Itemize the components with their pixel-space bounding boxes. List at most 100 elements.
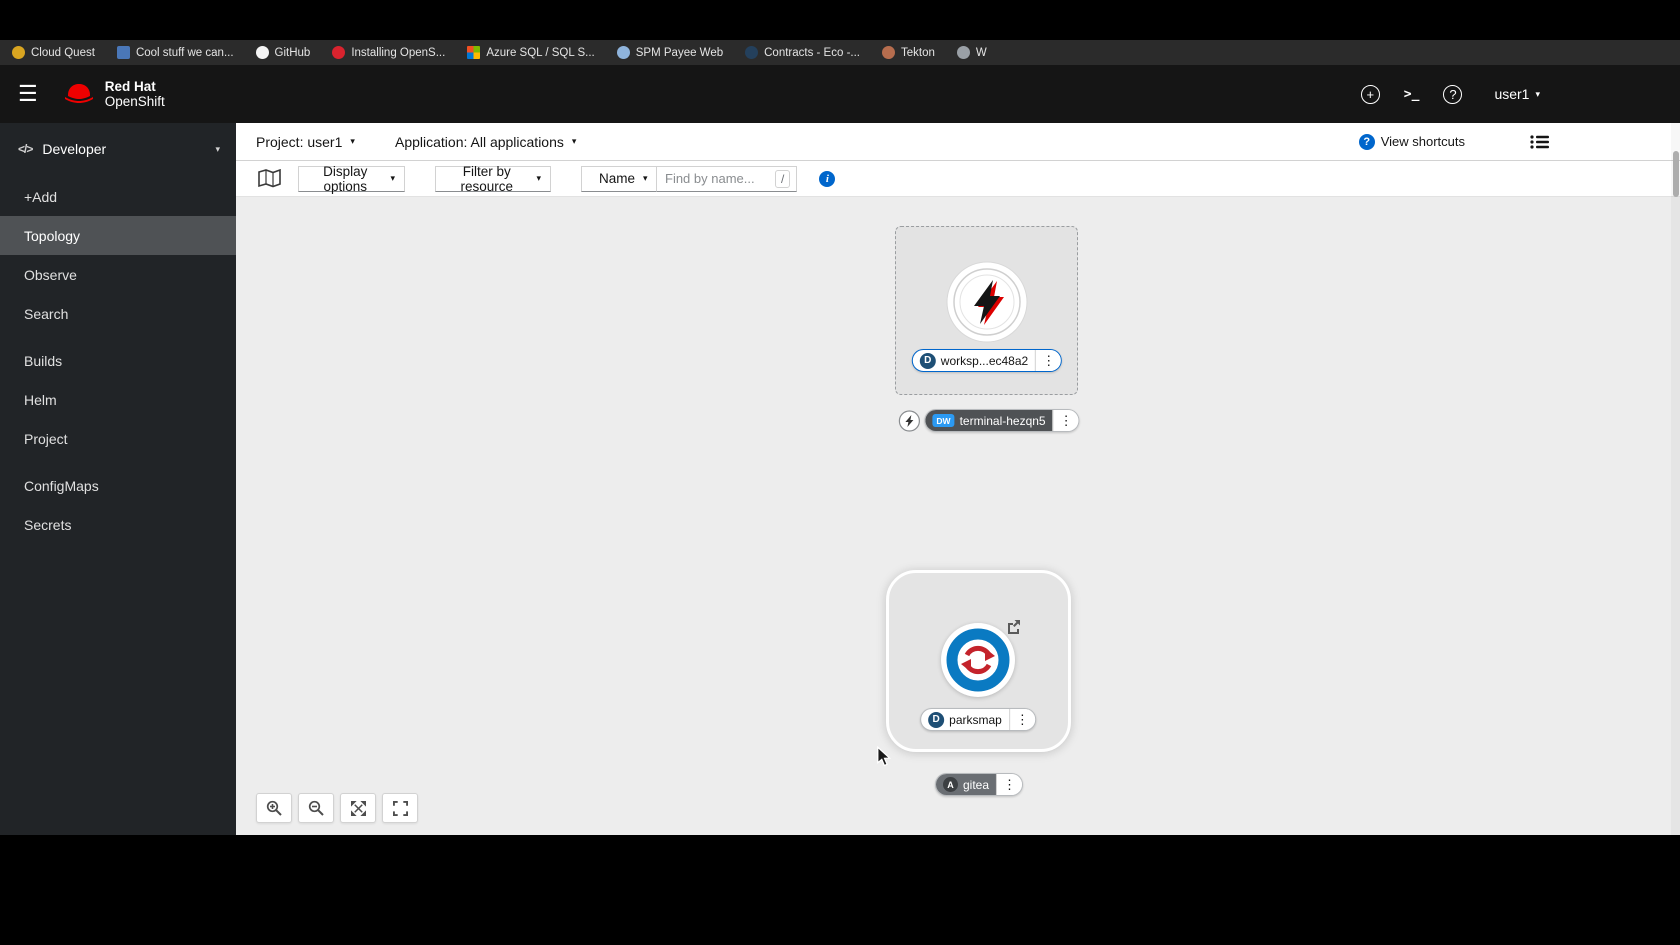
kebab-menu-icon[interactable]: ⋮ — [996, 774, 1023, 795]
bookmark-label: Cool stuff we can... — [135, 46, 234, 59]
list-view-icon[interactable] — [1530, 134, 1550, 150]
kebab-menu-icon[interactable]: ⋮ — [1052, 410, 1079, 431]
sidebar-item-add[interactable]: +Add — [0, 177, 236, 216]
bookmark-favicon — [745, 46, 759, 59]
sidebar-item-builds[interactable]: Builds — [0, 341, 236, 380]
screen: Cloud Quest Cool stuff we can... GitHub … — [0, 0, 1680, 945]
sidebar-item-project[interactable]: Project — [0, 419, 236, 458]
bookmark-spm-payee[interactable]: SPM Payee Web — [616, 46, 724, 59]
chevron-down-icon: ▾ — [536, 173, 541, 183]
bookmark-favicon — [616, 46, 630, 59]
bookmark-label: Azure SQL / SQL S... — [486, 46, 595, 59]
filter-type-dropdown[interactable]: Name ▾ — [581, 165, 657, 192]
info-icon[interactable]: i — [819, 170, 836, 187]
display-options-dropdown[interactable]: Display options ▾ — [298, 163, 405, 194]
parksmap-label-text: parksmap — [949, 712, 1002, 727]
fit-to-screen-button[interactable] — [340, 793, 376, 823]
filter-by-resource-dropdown[interactable]: Filter by resource ▾ — [435, 163, 551, 194]
application-badge: A — [942, 777, 958, 792]
sidebar-item-helm[interactable]: Helm — [0, 380, 236, 419]
sidebar: </> Developer ▾ +Add Topology Observe Se… — [0, 123, 236, 835]
project-dropdown[interactable]: Project: user1 ▾ — [256, 134, 355, 150]
bookmark-w[interactable]: W — [956, 46, 987, 59]
topology-map-icon[interactable] — [258, 168, 282, 189]
kebab-menu-icon[interactable]: ⋮ — [1008, 709, 1035, 730]
user-menu[interactable]: user1 ▾ — [1494, 86, 1540, 102]
view-shortcuts-link[interactable]: ? View shortcuts — [1358, 133, 1465, 150]
bookmark-label: Cloud Quest — [31, 46, 95, 59]
terminal-label-text: terminal-hezqn5 — [959, 413, 1046, 428]
bookmark-label: SPM Payee Web — [635, 46, 724, 59]
bookmark-installing-openshift[interactable]: Installing OpenS... — [332, 46, 445, 59]
chevron-down-icon: ▾ — [350, 136, 355, 146]
workspace-node-label[interactable]: D worksp...ec48a2 ⋮ — [911, 349, 1063, 372]
find-input-wrap: / — [656, 165, 798, 192]
display-options-label: Display options — [323, 163, 368, 194]
kebab-menu-icon[interactable]: ⋮ — [1035, 350, 1062, 371]
topology-toolbar: Display options ▾ Filter by resource ▾ N… — [236, 161, 1680, 197]
gitea-node-label[interactable]: A gitea ⋮ — [934, 773, 1024, 796]
sidebar-item-configmaps[interactable]: ConfigMaps — [0, 466, 236, 505]
web-terminal-icon[interactable]: >_ — [1404, 87, 1420, 102]
bookmark-github[interactable]: GitHub — [255, 46, 310, 59]
scrollbar-thumb[interactable] — [1672, 151, 1679, 197]
chevron-down-icon: ▾ — [390, 173, 395, 183]
filter-type-label: Name — [599, 171, 636, 186]
quick-create-plus-icon[interactable]: + — [1360, 84, 1380, 104]
external-link-icon[interactable] — [1006, 619, 1021, 634]
parksmap-node-label[interactable]: D parksmap ⋮ — [920, 708, 1036, 731]
globe-icon — [956, 46, 970, 59]
bookmark-label: Installing OpenS... — [351, 46, 446, 59]
mouse-cursor — [876, 745, 892, 772]
question-circle-icon: ? — [1358, 133, 1375, 150]
deployment-badge: D — [919, 352, 936, 369]
fullscreen-button[interactable] — [382, 793, 418, 823]
brand-top: Red Hat — [104, 79, 156, 94]
masthead-utilities: + >_ ? user1 ▾ — [1360, 84, 1540, 104]
bookmark-label: W — [975, 46, 987, 59]
sidebar-item-topology[interactable]: Topology — [0, 216, 236, 255]
bookmark-cool-stuff[interactable]: Cool stuff we can... — [116, 46, 234, 59]
redhat-openshift-logo[interactable]: Red Hat OpenShift — [62, 79, 165, 109]
redhat-fedora-icon — [64, 84, 93, 103]
zoom-controls — [256, 793, 418, 823]
bookmark-cloud-quest[interactable]: Cloud Quest — [12, 46, 95, 59]
workspace-decorator-icon — [898, 409, 920, 432]
lightning-workspace-icon[interactable] — [945, 260, 1029, 344]
hamburger-menu-icon[interactable]: ☰ — [18, 83, 38, 105]
terminal-node[interactable]: DW terminal-hezqn5 ⋮ — [898, 409, 1080, 432]
scrollbar[interactable] — [1671, 123, 1680, 835]
code-icon: </> — [18, 142, 33, 156]
zoom-out-button[interactable] — [298, 793, 334, 823]
perspective-switcher[interactable]: </> Developer ▾ — [0, 123, 236, 171]
browser-bookmarks-bar: Cloud Quest Cool stuff we can... GitHub … — [0, 40, 1680, 65]
application-dropdown[interactable]: Application: All applications ▾ — [395, 134, 576, 150]
bookmark-favicon — [332, 46, 346, 59]
perspective-label: Developer — [42, 141, 107, 157]
sidebar-item-observe[interactable]: Observe — [0, 255, 236, 294]
sidebar-item-search[interactable]: Search — [0, 294, 236, 333]
context-bar-right: ? View shortcuts — [1358, 133, 1550, 150]
terminal-node-label[interactable]: DW terminal-hezqn5 ⋮ — [924, 409, 1080, 432]
workspace-label-text: worksp...ec48a2 — [940, 353, 1029, 368]
topology-canvas[interactable]: D worksp...ec48a2 ⋮ DW terminal-hezqn5 ⋮… — [236, 197, 1680, 835]
bookmark-favicon — [12, 46, 25, 59]
keyboard-shortcut-hint: / — [775, 169, 791, 188]
bookmark-contracts[interactable]: Contracts - Eco -... — [745, 46, 860, 59]
chevron-down-icon: ▾ — [1535, 88, 1540, 99]
zoom-in-button[interactable] — [256, 793, 292, 823]
help-icon[interactable]: ? — [1443, 84, 1463, 104]
chevron-down-icon: ▾ — [571, 136, 577, 146]
deployment-badge: D — [928, 711, 945, 728]
bookmark-azure-sql[interactable]: Azure SQL / SQL S... — [467, 46, 595, 59]
github-icon — [255, 46, 269, 59]
sidebar-item-secrets[interactable]: Secrets — [0, 505, 236, 544]
context-bar: Project: user1 ▾ Application: All applic… — [236, 123, 1680, 161]
view-shortcuts-label: View shortcuts — [1380, 134, 1465, 149]
bookmark-tekton[interactable]: Tekton — [881, 46, 935, 59]
devworkspace-badge: DW — [932, 414, 955, 427]
filter-by-resource-label: Filter by resource — [460, 163, 513, 194]
project-dropdown-label: Project: user1 — [256, 133, 343, 150]
masthead: ☰ Red Hat OpenShift + >_ ? user1 ▾ — [0, 65, 1680, 123]
find-by-name-input[interactable] — [657, 171, 775, 186]
